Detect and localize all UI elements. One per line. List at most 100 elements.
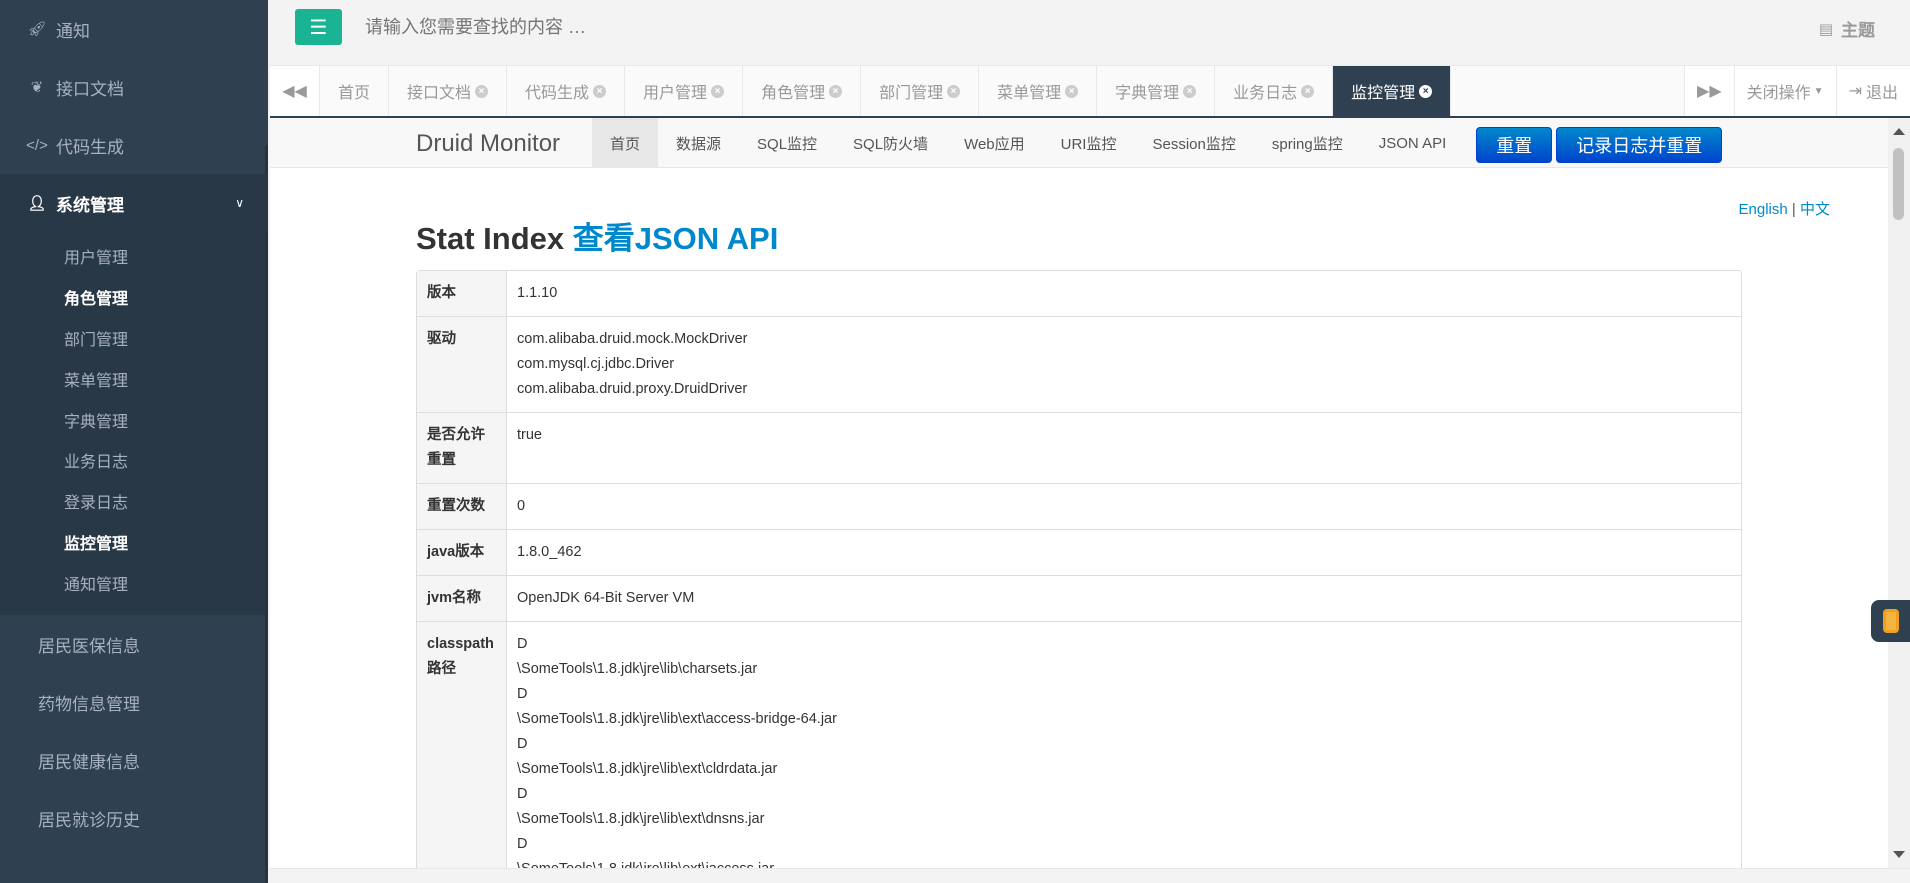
sidebar-subitem-notice-mgmt[interactable]: 通知管理 [0, 562, 268, 603]
tab-code-gen[interactable]: 代码生成 × [507, 66, 626, 116]
close-icon[interactable]: × [1419, 84, 1433, 98]
tab-departments[interactable]: 部门管理 × [861, 66, 980, 116]
sidebar-subitem-login-log[interactable]: 登录日志 [0, 481, 268, 522]
table-row: 是否允许重置 true [417, 412, 1741, 483]
row-value: D \SomeTools\1.8.jdk\jre\lib\charsets.ja… [507, 621, 1741, 868]
cup-icon [1883, 609, 1899, 633]
sidebar: 🚀︎ 通知 ❦ 接口文档 </> 代码生成 👤︎ 系统管理 ∨ 用户管理 角色管… [0, 0, 268, 883]
row-value: 0 [507, 483, 1741, 529]
tab-label: 菜单管理 [997, 85, 1062, 102]
sidebar-subitem-users[interactable]: 用户管理 [0, 236, 268, 277]
sidebar-item-label: 接口文档 [56, 79, 124, 99]
sidebar-item-visit-history[interactable]: 居民就诊历史 [0, 789, 268, 847]
close-operations-dropdown[interactable]: 关闭操作 ▼ [1733, 66, 1836, 116]
theme-button[interactable]: ▤ 主题 [1819, 16, 1875, 41]
sidebar-subitem-monitor[interactable]: 监控管理 [0, 522, 268, 563]
sidebar-item-system[interactable]: 👤︎ 系统管理 ∨ [0, 174, 268, 232]
rocket-icon: 🚀︎ [27, 21, 47, 38]
tab-label: 业务日志 [1233, 85, 1298, 102]
tab-menus[interactable]: 菜单管理 × [979, 66, 1098, 116]
sidebar-item-drug-info[interactable]: 药物信息管理 [0, 673, 268, 731]
sidebar-item-api-docs[interactable]: ❦ 接口文档 [0, 58, 268, 116]
content-scrollbar[interactable] [1888, 118, 1910, 868]
lang-english-link[interactable]: English [1739, 201, 1788, 218]
footer-bar [270, 868, 1910, 883]
row-key: 驱动 [417, 316, 507, 412]
tabs-scroll-left-button[interactable]: ◀◀ [270, 66, 320, 116]
value-line: \SomeTools\1.8.jdk\jre\lib\charsets.jar [517, 661, 758, 677]
search-input[interactable] [365, 14, 865, 40]
close-icon[interactable]: × [829, 84, 843, 98]
druid-nav-home[interactable]: 首页 [592, 118, 659, 168]
scroll-thumb[interactable] [1893, 148, 1904, 220]
close-icon[interactable]: × [1065, 84, 1079, 98]
sidebar-item-health-info[interactable]: 居民健康信息 [0, 731, 268, 789]
close-icon[interactable]: × [947, 84, 961, 98]
close-icon[interactable]: × [475, 84, 489, 98]
table-row: 重置次数 0 [417, 483, 1741, 529]
tab-biz-log[interactable]: 业务日志 × [1215, 66, 1334, 116]
scroll-up-arrow-icon[interactable] [1893, 128, 1905, 135]
tab-roles[interactable]: 角色管理 × [743, 66, 862, 116]
sidebar-item-medical-insurance[interactable]: 居民医保信息 [0, 615, 268, 673]
close-icon[interactable]: × [711, 84, 725, 98]
tabs-scroll-right-button[interactable]: ▶▶ [1684, 66, 1734, 116]
log-and-reset-button[interactable]: 记录日志并重置 [1556, 127, 1723, 163]
druid-nav-json-api[interactable]: JSON API [1361, 118, 1465, 168]
sign-out-icon: ⇥ [1848, 83, 1862, 100]
tab-label: 部门管理 [879, 85, 944, 102]
druid-nav-uri[interactable]: URI监控 [1043, 118, 1135, 168]
lang-chinese-link[interactable]: 中文 [1800, 201, 1830, 218]
theme-label: 主题 [1841, 21, 1875, 40]
close-icon[interactable]: × [1183, 84, 1197, 98]
value-line: com.mysql.cj.jdbc.Driver [517, 356, 675, 372]
row-value: com.alibaba.druid.mock.MockDriver com.my… [507, 316, 1741, 412]
sidebar-subitem-roles[interactable]: 角色管理 [0, 277, 268, 318]
tab-api-docs[interactable]: 接口文档 × [389, 66, 508, 116]
tab-home[interactable]: 首页 [320, 66, 390, 116]
sidebar-item-code-gen[interactable]: </> 代码生成 [0, 116, 268, 174]
druid-brand[interactable]: Druid Monitor [416, 130, 560, 158]
reset-button[interactable]: 重置 [1476, 127, 1553, 163]
logout-button[interactable]: ⇥ 退出 [1835, 66, 1910, 116]
json-api-link[interactable]: 查看JSON API [573, 221, 779, 256]
close-icon[interactable]: × [593, 84, 607, 98]
tab-monitor[interactable]: 监控管理 × [1333, 66, 1452, 116]
druid-nav-spring[interactable]: spring监控 [1254, 118, 1361, 168]
row-key: classpath路径 [417, 621, 507, 868]
row-value: true [507, 412, 1741, 483]
druid-nav-session[interactable]: Session监控 [1134, 118, 1253, 168]
table-row: java版本 1.8.0_462 [417, 529, 1741, 575]
row-value: 1.1.10 [507, 271, 1741, 316]
sidebar-subitem-dictionary[interactable]: 字典管理 [0, 399, 268, 440]
scroll-down-arrow-icon[interactable] [1893, 851, 1905, 858]
tab-label: 字典管理 [1115, 85, 1180, 102]
code-icon: </> [26, 136, 48, 154]
row-key: jvm名称 [417, 575, 507, 621]
tab-dictionary[interactable]: 字典管理 × [1097, 66, 1216, 116]
double-chevron-left-icon: ◀◀ [282, 83, 307, 100]
value-line: 0 [517, 498, 526, 514]
floating-tool-button[interactable] [1871, 600, 1910, 642]
druid-nav-datasource[interactable]: 数据源 [658, 118, 739, 168]
sidebar-item-notice[interactable]: 🚀︎ 通知 [0, 0, 268, 58]
sidebar-subitem-biz-log[interactable]: 业务日志 [0, 440, 268, 481]
sidebar-scrollbar[interactable] [265, 145, 268, 883]
druid-nav-wall[interactable]: SQL防火墙 [835, 118, 946, 168]
sidebar-item-label: 代码生成 [56, 137, 124, 157]
druid-nav-sql[interactable]: SQL监控 [739, 118, 835, 168]
value-line: true [517, 427, 542, 443]
menu-toggle-button[interactable]: ☰ [295, 9, 342, 45]
value-line: D [517, 736, 528, 752]
druid-nav-webapp[interactable]: Web应用 [946, 118, 1043, 168]
tab-label: 监控管理 [1351, 85, 1416, 102]
value-line: D [517, 686, 528, 702]
page-title: Stat Index 查看JSON API [416, 213, 778, 258]
row-key: 重置次数 [417, 483, 507, 529]
table-row: 版本 1.1.10 [417, 271, 1741, 316]
tab-users[interactable]: 用户管理 × [625, 66, 744, 116]
sidebar-subitem-menus[interactable]: 菜单管理 [0, 358, 268, 399]
top-bar: ☰ ▤ 主题 [270, 0, 1910, 66]
sidebar-subitem-departments[interactable]: 部门管理 [0, 318, 268, 359]
close-icon[interactable]: × [1301, 84, 1315, 98]
